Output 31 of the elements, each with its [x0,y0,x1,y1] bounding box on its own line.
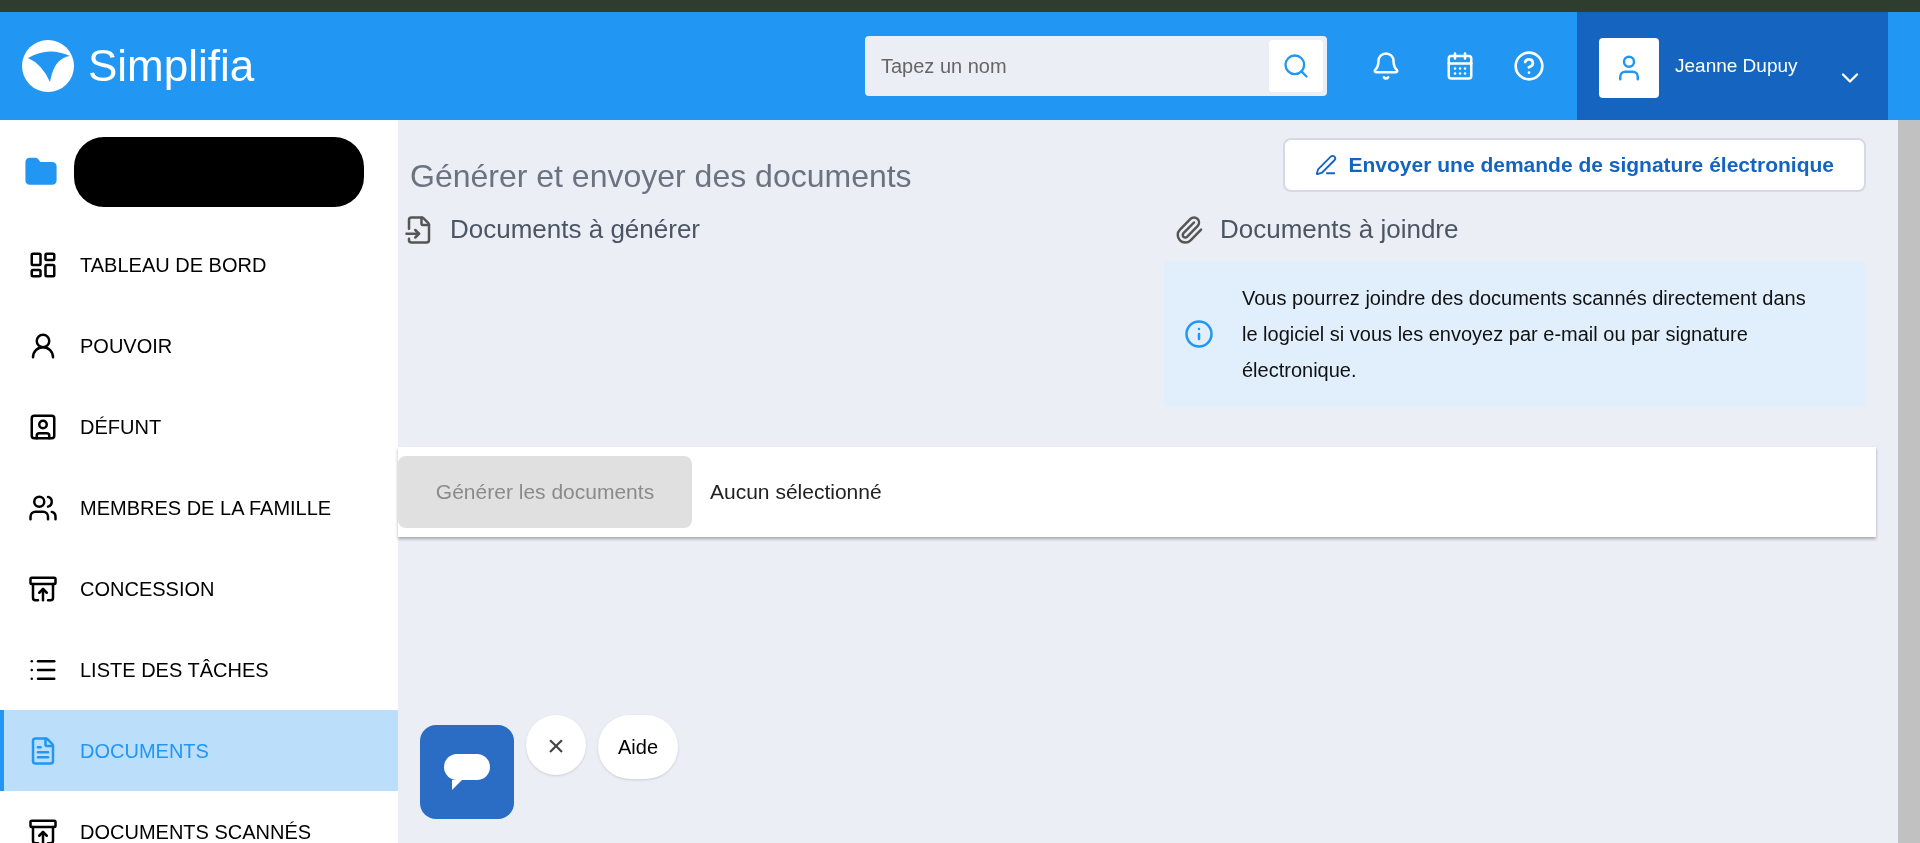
search-icon [1282,52,1310,80]
section-title: Documents à joindre [1220,213,1459,246]
chat-bubble-icon [442,752,492,792]
sidebar-item[interactable]: POUVOIR [0,305,398,386]
close-button[interactable]: × [526,715,586,775]
help-label-button[interactable]: Aide [598,715,679,779]
signature-request-button[interactable]: Envoyer une demande de signature électronique [1282,138,1866,192]
selection-status: Aucun sélectionné [710,479,882,506]
info-text: Vous pourrez joindre des documents scannés directement dans le logiciel si vous les envoyez par e-mail ou par signature électronique. [1242,286,1807,383]
sidebar-item[interactable]: DOCUMENTS SCANNÉS [0,791,398,843]
paperclip-icon [1174,214,1204,245]
bell-icon[interactable] [1371,51,1401,81]
page-title: Générer et envoyer des documents [410,157,912,196]
pen-icon [1314,154,1337,176]
search-input[interactable]: Tapez un nom [881,36,1269,96]
info-icon [1184,319,1214,349]
search-field[interactable]: Tapez un nom [865,36,1327,96]
section-title: Documents à générer [450,213,701,246]
logo-text: Simplifia [88,40,255,92]
sidebar-item[interactable]: MEMBRES DE LA FAMILLE [0,467,398,548]
chat-button[interactable] [420,725,514,819]
search-button[interactable] [1269,40,1323,92]
user-menu[interactable]: Jeanne Dupuy [1577,12,1888,120]
sidebar-item[interactable]: TABLEAU DE BORD [0,224,398,305]
user-name: Jeanne Dupuy [1675,54,1798,78]
sidebar-item[interactable]: DÉFUNT [0,386,398,467]
sidebar-item[interactable]: LISTE DES TÂCHES [0,629,398,710]
calendar-icon[interactable] [1445,51,1475,81]
sidebar-item[interactable]: CONCESSION [0,548,398,629]
help-icon[interactable] [1513,50,1545,82]
logo-icon [20,38,76,94]
